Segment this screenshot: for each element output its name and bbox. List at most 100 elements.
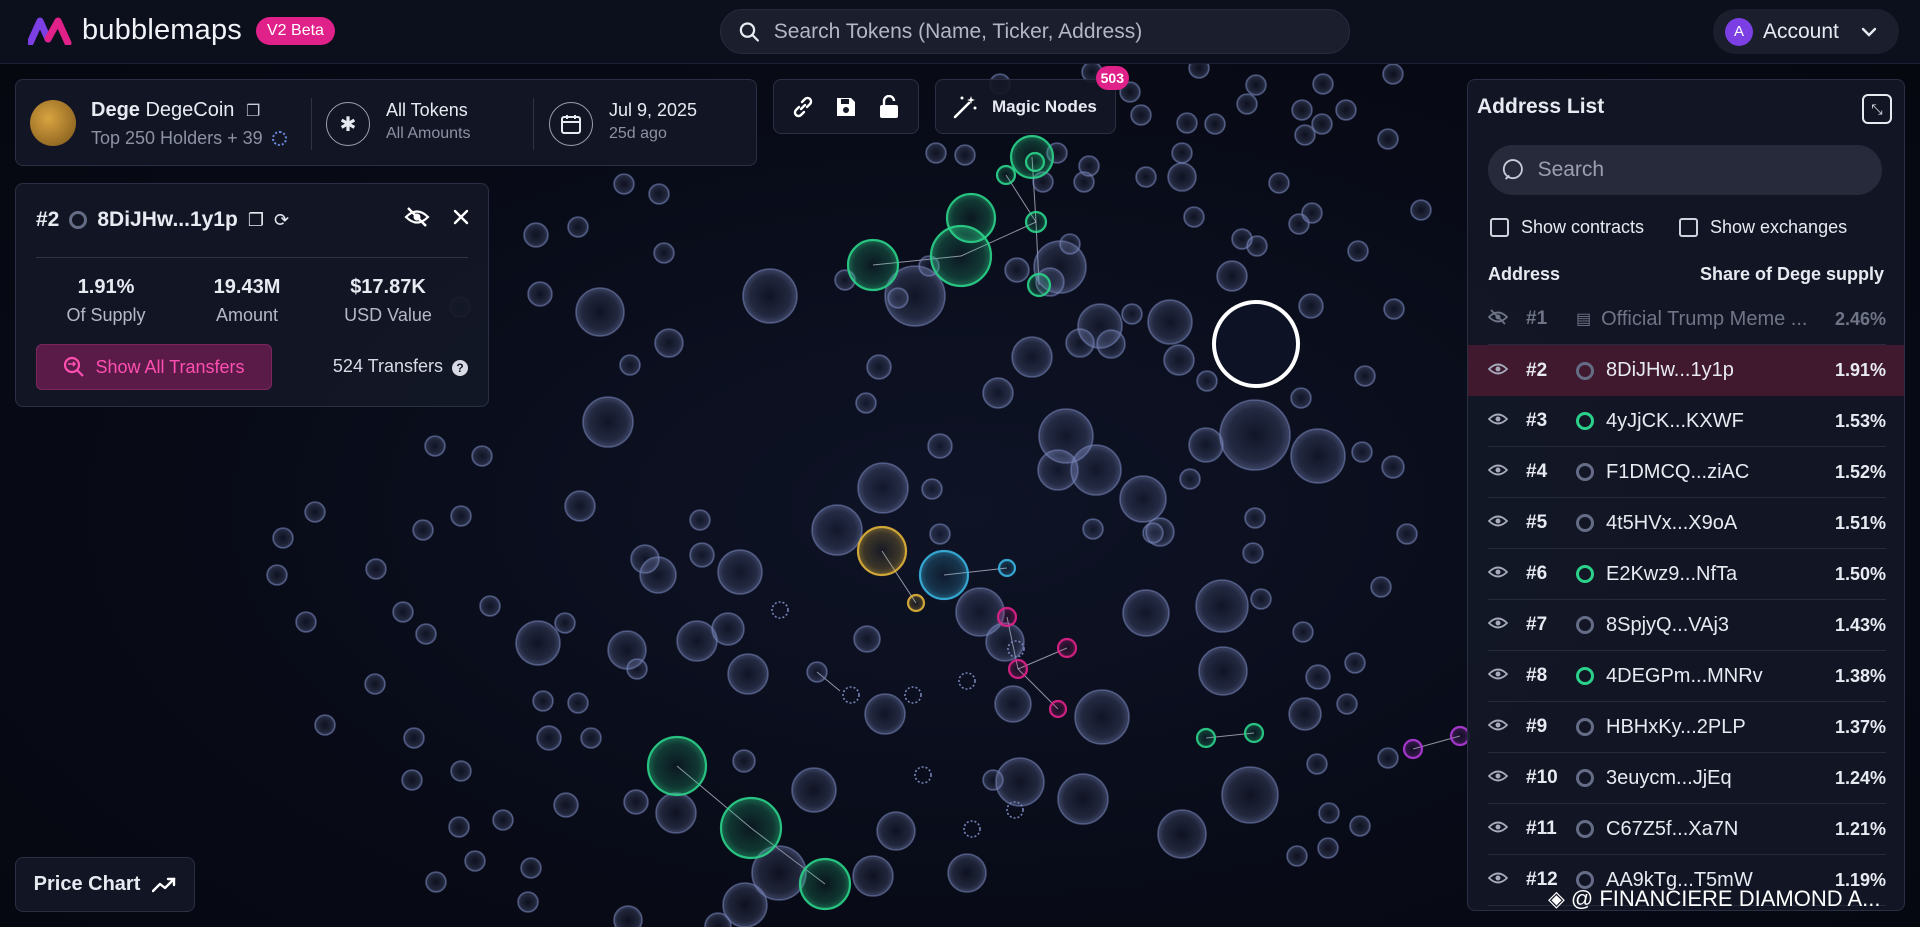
holder-bubble[interactable] [515,620,561,666]
magic-node-bubble[interactable] [771,601,789,619]
holder-bubble[interactable] [655,792,697,834]
holder-bubble[interactable] [1059,233,1081,255]
holder-bubble[interactable] [1171,142,1193,164]
holder-bubble[interactable] [648,183,670,205]
holder-bubble[interactable] [1195,579,1249,633]
holder-bubble[interactable] [1242,542,1264,564]
holder-bubble[interactable] [365,558,387,580]
holder-bubble[interactable] [1188,427,1224,463]
holder-bubble[interactable] [1135,166,1157,188]
holder-bubble[interactable] [1130,104,1152,126]
holder-bubble[interactable] [982,769,1004,791]
holder-bubble[interactable] [448,816,470,838]
eye-icon[interactable] [1487,361,1510,381]
eye-icon[interactable] [1487,717,1510,737]
account-menu[interactable]: A Account [1713,9,1899,54]
holder-bubble[interactable] [1157,809,1207,859]
holder-bubble[interactable] [1298,293,1324,319]
holder-bubble[interactable] [929,224,993,288]
holder-bubble[interactable] [1004,257,1030,283]
holder-bubble[interactable] [856,525,908,577]
holder-bubble[interactable] [985,622,1025,662]
show-contracts-checkbox[interactable] [1490,218,1509,237]
holder-bubble[interactable] [1344,652,1366,674]
holder-bubble[interactable] [1236,93,1258,115]
holder-bubble[interactable] [1121,303,1143,325]
holder-bubble[interactable] [1056,637,1078,659]
show-contracts-toggle[interactable]: Show contracts [1490,217,1644,238]
help-icon[interactable]: ? [452,360,468,376]
holder-bubble[interactable] [717,549,763,595]
holder-bubble[interactable] [1074,689,1130,745]
holder-bubble[interactable] [1163,344,1195,376]
holder-bubble[interactable] [929,523,951,545]
holder-bubble[interactable] [1011,336,1053,378]
holder-bubble[interactable] [1290,387,1312,409]
date-picker[interactable]: Jul 9, 2025 25d ago [549,98,749,150]
holder-bubble[interactable] [1195,727,1217,749]
holder-bubble[interactable] [304,501,326,523]
holder-bubble[interactable] [553,792,579,818]
holder-bubble[interactable] [1196,370,1218,392]
selected-holder-bubble[interactable] [1212,300,1300,388]
holder-bubble[interactable] [1024,151,1046,173]
collapse-icon[interactable]: ⤡ [1862,94,1892,124]
holder-bubble[interactable] [846,238,900,292]
holder-bubble[interactable] [412,519,434,541]
holder-bubble[interactable] [1147,299,1193,345]
copy-icon[interactable]: ❐ [248,210,264,231]
holder-bubble[interactable] [887,287,909,309]
eye-icon[interactable] [1487,870,1510,890]
holder-bubble[interactable] [742,268,798,324]
holder-bubble[interactable] [1179,468,1201,490]
holder-bubble[interactable] [927,433,953,459]
holder-bubble[interactable] [392,601,414,623]
eye-icon[interactable] [1487,615,1510,635]
holder-bubble[interactable] [1250,588,1272,610]
holder-bubble[interactable] [1349,815,1371,837]
holder-bubble[interactable] [853,625,881,653]
holder-bubble[interactable] [1305,664,1331,690]
holder-bubble[interactable] [492,809,514,831]
holder-bubble[interactable] [1198,646,1248,696]
holder-bubble[interactable] [852,855,894,897]
holder-bubble[interactable] [567,216,589,238]
eye-icon[interactable] [1487,768,1510,788]
holder-bubble[interactable] [613,173,635,195]
holder-bubble[interactable] [1301,202,1323,224]
holder-bubble[interactable] [711,612,745,646]
token-filter[interactable]: ✱ All Tokens All Amounts [326,98,526,150]
holder-bubble[interactable] [575,287,625,337]
eye-icon[interactable] [1487,513,1510,533]
holder-bubble[interactable] [626,658,648,680]
token-search-input[interactable] [773,19,1349,44]
holder-bubble[interactable] [719,796,783,860]
holder-bubble[interactable] [450,760,472,782]
holder-bubble[interactable] [623,789,649,815]
magic-node-bubble[interactable] [904,686,922,704]
holder-bubble[interactable] [1381,455,1405,479]
holder-bubble[interactable] [1288,697,1322,731]
holder-bubble[interactable] [619,354,641,376]
eye-icon[interactable] [1487,411,1510,431]
holder-bubble[interactable] [1292,621,1314,643]
holder-bubble[interactable] [1402,738,1424,760]
holder-bubble[interactable] [1243,722,1265,744]
eye-icon[interactable] [1487,564,1510,584]
hide-eye-icon[interactable] [404,206,430,234]
magic-nodes-button[interactable]: Magic Nodes 503 [935,66,1129,134]
holder-bubble[interactable] [1354,365,1376,387]
magic-node-bubble[interactable] [914,766,932,784]
holder-bubble[interactable] [527,281,553,307]
holder-bubble[interactable] [689,509,711,531]
holder-bubble[interactable] [1336,693,1358,715]
holder-bubble[interactable] [1291,99,1313,121]
holder-bubble[interactable] [1286,845,1308,867]
holder-bubble[interactable] [857,462,909,514]
holder-bubble[interactable] [1383,298,1405,320]
holder-bubble[interactable] [471,445,493,467]
holder-bubble[interactable] [1377,747,1399,769]
holder-bubble[interactable] [272,527,294,549]
holder-bubble[interactable] [855,392,877,414]
holder-bubble[interactable] [1024,210,1048,234]
